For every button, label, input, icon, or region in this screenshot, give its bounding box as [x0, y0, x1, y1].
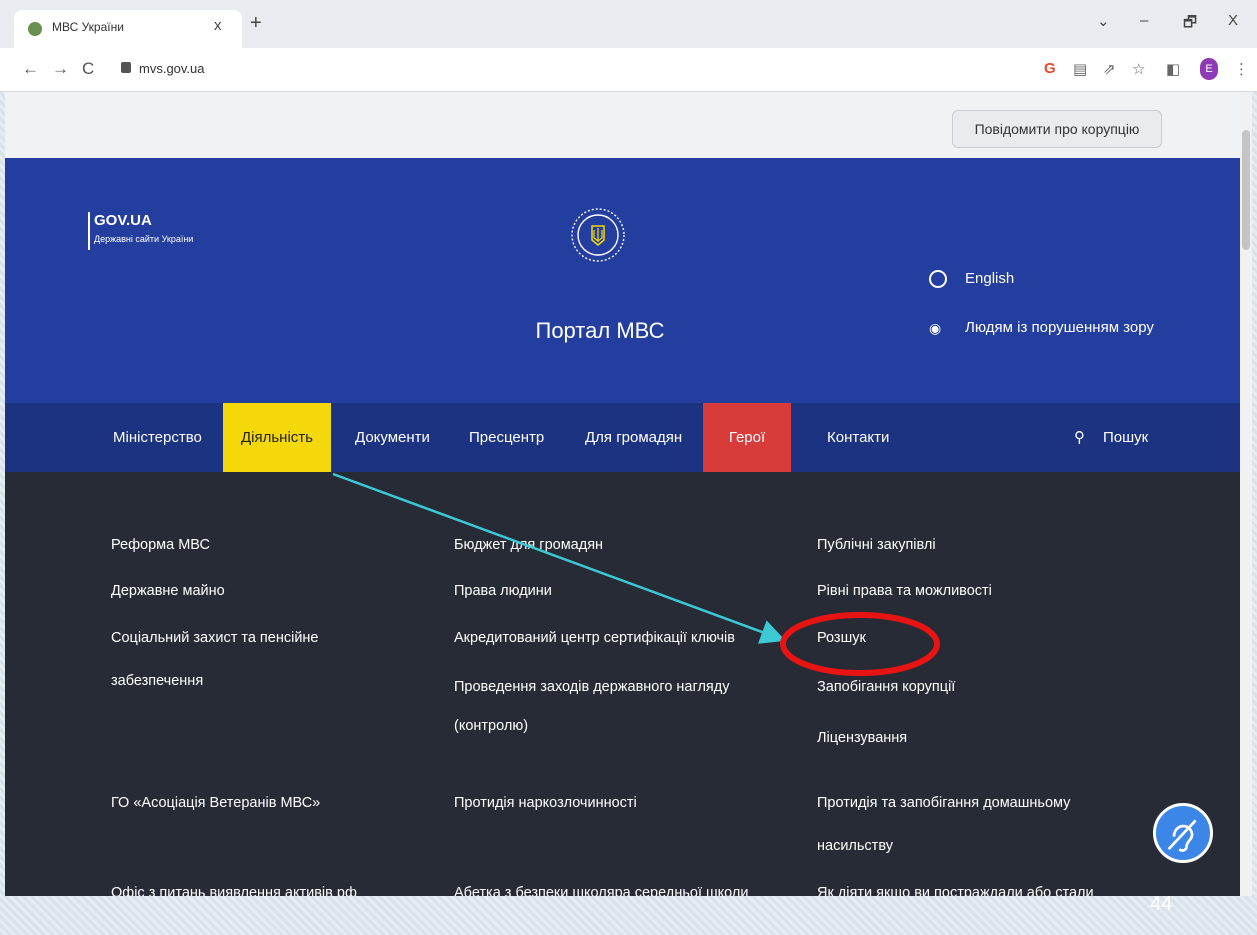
address-bar[interactable]: mvs.gov.ua [139, 61, 205, 76]
new-tab-button[interactable]: + [250, 12, 262, 35]
page-scrollbar[interactable] [1240, 92, 1252, 896]
lock-icon [121, 62, 131, 73]
menu-item[interactable]: забезпечення [111, 671, 203, 691]
nav-press-center[interactable]: Пресцентр [461, 403, 552, 472]
close-tab-icon[interactable]: x [214, 17, 222, 34]
browser-toolbar: ← → C mvs.gov.ua G ▤ ⇗ ☆ ◧ E ⋮ [0, 48, 1257, 92]
menu-item[interactable]: Публічні закупівлі [817, 535, 936, 555]
menu-item[interactable]: Соціальний захист та пенсійне [111, 628, 319, 648]
close-window-button[interactable]: X [1228, 12, 1238, 29]
eye-icon: ◉ [929, 320, 942, 336]
menu-item[interactable]: насильству [817, 836, 893, 856]
nav-activity[interactable]: Діяльність [223, 403, 331, 472]
dropdown-menu: Реформа МВС Державне майно Соціальний за… [5, 472, 1240, 896]
reload-icon[interactable]: C [82, 59, 94, 79]
scroll-thumb[interactable] [1242, 130, 1250, 250]
nav-ministry[interactable]: Міністерство [105, 403, 210, 472]
menu-item[interactable]: Протидія наркозлочинності [454, 793, 637, 813]
globe-icon [929, 270, 947, 288]
menu-item-search-wanted[interactable]: Розшук [817, 628, 866, 648]
nav-contacts[interactable]: Контакти [819, 403, 897, 472]
menu-item[interactable]: Офіс з питань виявлення активів рф [111, 883, 357, 896]
menu-item[interactable]: Державне майно [111, 581, 225, 601]
web-page: Повідомити про корупцію GOV.UA Державні … [5, 92, 1240, 896]
menu-item[interactable]: Проведення заходів державного нагляду [454, 677, 729, 697]
restore-button[interactable]: 🗗 [1183, 12, 1197, 37]
browser-tab[interactable]: МВС України x [14, 10, 242, 48]
screenshot-frame: МВС України x + ⌄ – 🗗 X ← → C mvs.gov.ua… [0, 0, 1257, 935]
nav-for-citizens[interactable]: Для громадян [577, 403, 690, 472]
accessibility-hearing-icon[interactable] [1153, 803, 1213, 863]
slide-page-number: 44 [1150, 893, 1173, 915]
share-icon[interactable]: ⇗ [1103, 60, 1116, 78]
report-corruption-button[interactable]: Повідомити про корупцію [952, 110, 1162, 148]
forward-icon[interactable]: → [52, 59, 69, 79]
gov-ua-link[interactable]: GOV.UA [94, 212, 152, 229]
menu-item[interactable]: Ліцензування [817, 728, 907, 748]
nav-documents[interactable]: Документи [347, 403, 438, 472]
menu-item[interactable]: Запобігання корупції [817, 677, 955, 697]
nav-heroes[interactable]: Герої МВС [703, 403, 791, 515]
tab-title: МВС України [52, 20, 124, 34]
tab-bar: МВС України x + ⌄ – 🗗 X [0, 0, 1257, 48]
menu-dots-icon[interactable]: ⋮ [1234, 60, 1249, 78]
minimize-button[interactable]: – [1140, 12, 1148, 29]
side-panel-icon[interactable]: ◧ [1166, 60, 1180, 78]
gov-divider [88, 212, 90, 250]
back-icon[interactable]: ← [22, 59, 39, 79]
menu-item[interactable]: Рівні права та можливості [817, 581, 992, 601]
mvs-emblem-icon[interactable] [567, 204, 629, 266]
bookmark-star-icon[interactable]: ☆ [1132, 60, 1145, 78]
menu-item[interactable]: Абетка з безпеки школяра середньої школи [454, 883, 748, 896]
main-navigation: Міністерство Діяльність Документи Пресце… [5, 403, 1240, 515]
favicon-icon [28, 22, 42, 36]
vision-impaired-link[interactable]: Людям із порушенням зору [965, 319, 1154, 336]
profile-avatar[interactable]: E [1200, 58, 1218, 80]
google-icon[interactable]: G [1044, 60, 1056, 77]
menu-item[interactable]: Бюджет для громадян [454, 535, 603, 555]
menu-item[interactable]: (контролю) [454, 716, 528, 736]
portal-title[interactable]: Портал МВС [505, 318, 695, 344]
translate-icon[interactable]: ▤ [1073, 60, 1087, 78]
language-english-link[interactable]: English [965, 270, 1014, 287]
gov-ua-subtitle: Державні сайти України [94, 234, 194, 244]
search-icon[interactable]: ⚲ [1074, 428, 1085, 446]
menu-item[interactable]: Як діяти якщо ви постраждали або стали [817, 883, 1094, 896]
menu-item[interactable]: Акредитований центр сертифікації ключів [454, 628, 735, 648]
nav-search[interactable]: Пошук [1095, 403, 1156, 472]
hero-header: GOV.UA Державні сайти України Портал МВС… [5, 158, 1240, 403]
menu-item[interactable]: Права людини [454, 581, 552, 601]
tab-search-icon[interactable]: ⌄ [1097, 12, 1110, 30]
menu-item[interactable]: ГО «Асоціація Ветеранів МВС» [111, 793, 320, 813]
menu-item[interactable]: Протидія та запобігання домашньому [817, 793, 1070, 813]
menu-item[interactable]: Реформа МВС [111, 535, 210, 555]
